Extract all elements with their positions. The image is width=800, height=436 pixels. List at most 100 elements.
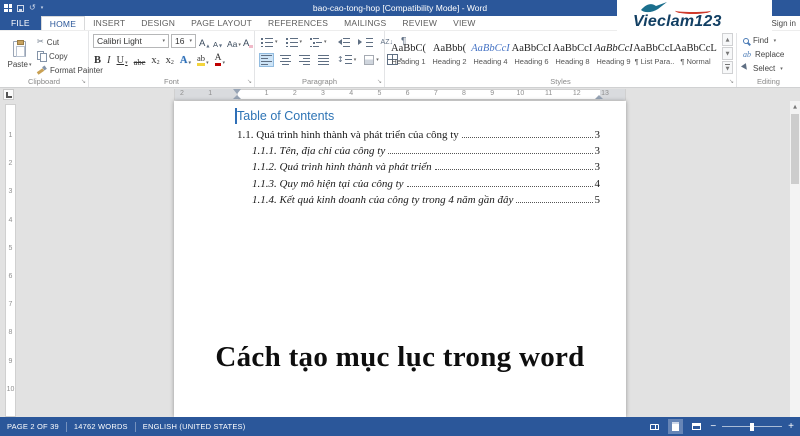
read-mode-button[interactable] [647,419,662,434]
word-app-icon[interactable] [4,4,12,12]
brand-name: Vieclam123 [633,13,722,30]
style-name: Heading 8 [555,56,590,66]
underline-button[interactable]: U ▾ [117,55,128,67]
ribbon-tab-home[interactable]: HOME [40,16,86,30]
styles-dialog-launcher-icon[interactable]: ↘ [729,78,734,85]
align-right-button[interactable] [298,54,311,66]
find-button[interactable]: Find ▾ [743,36,776,45]
style-normal[interactable]: AaBbCcL ¶ Normal [674,33,717,77]
language-indicator[interactable]: ENGLISH (UNITED STATES) [136,417,253,436]
italic-button[interactable]: I [107,55,111,67]
decrease-indent-button[interactable] [334,37,351,48]
toc-page-number: 3 [594,145,601,158]
horizontal-ruler[interactable]: 2 1 1 2 3 4 5 6 7 8 9 10 11 12 13 [0,88,800,101]
numbering-button[interactable]: ▾ [285,36,304,48]
replace-button[interactable]: ab Replace [743,50,784,59]
select-button[interactable]: Select ▾ [740,63,783,74]
style-list-para[interactable]: AaBbCcL ¶ List Para... [633,33,676,77]
paste-icon [13,40,26,57]
increase-indent-button[interactable] [357,37,374,48]
ribbon-tab-review[interactable]: REVIEW [394,16,445,30]
bullets-button[interactable]: ▾ [260,36,279,48]
undo-icon[interactable]: ↺ [29,4,36,12]
ribbon-tab-insert[interactable]: INSERT [85,16,133,30]
multilevel-list-button[interactable]: ▾ [309,36,328,48]
paragraph-group: ▾ ▾ ▾ AZ↓ ¶ ↕ ▾ ▾ ▾ Paragraph ↘ [255,31,406,87]
font-size-value: 16 [175,36,185,46]
grow-font-button[interactable]: A ▲ [199,35,209,48]
web-layout-button[interactable] [689,419,704,434]
shrink-font-button[interactable]: A ▼ [213,35,222,48]
toc-entry[interactable]: 1.1. Quá trình hình thành và phát triển … [237,127,600,143]
toc-entry[interactable]: 1.1.4. Kết quả kinh doanh của công ty tr… [252,192,600,208]
sign-in-link[interactable]: Sign in [772,19,796,28]
zoom-slider[interactable] [722,423,783,431]
ruler-number: 7 [8,301,13,309]
justify-button[interactable] [317,54,330,66]
first-line-indent-marker[interactable] [233,89,241,94]
grow-font-icon: A [199,37,206,49]
gallery-scroll-up-icon[interactable]: ▲ [722,33,733,46]
hanging-indent-marker[interactable] [233,95,241,99]
scrollbar-thumb[interactable] [791,114,799,184]
cursor-arrow-icon [740,63,752,74]
subscript-button[interactable]: x2 [151,55,159,66]
style-heading-8[interactable]: AaBbCcI Heading 8 [552,33,593,77]
ribbon-tab-page-layout[interactable]: PAGE LAYOUT [183,16,260,30]
vertical-ruler[interactable]: 1 2 3 4 5 6 7 8 9 10 [5,104,16,417]
font-name-value: Calibri Light [97,36,142,46]
style-heading-4[interactable]: AaBbCcI Heading 4 [470,33,511,77]
toc-entry[interactable]: 1.1.3. Quy mô hiện tại của công ty 4 [252,176,600,192]
gallery-more-icon[interactable]: ▼ [722,61,733,74]
style-heading-9[interactable]: AaBbCcI Heading 9 [593,33,634,77]
ruler-number: 5 [377,90,382,97]
tab-selector[interactable] [3,89,14,100]
paste-button[interactable]: Paste ▾ [3,33,36,77]
shading-button[interactable]: ▾ [363,54,380,66]
scroll-up-icon[interactable]: ▲ [790,101,800,112]
toc-entry[interactable]: 1.1.1. Tên, địa chỉ của công ty 3 [252,143,600,159]
font-color-button[interactable]: A ▾ [214,53,225,66]
zoom-slider-thumb[interactable] [750,423,755,431]
zoom-out-button[interactable]: − [710,421,716,432]
copy-icon [37,51,47,62]
ribbon-tab-design[interactable]: DESIGN [133,16,183,30]
strikethrough-button[interactable]: abc [134,57,146,67]
superscript-button[interactable]: x2 [166,55,174,66]
cut-label: Cut [46,37,60,47]
clear-formatting-button[interactable]: A [243,35,254,48]
ribbon-tab-file[interactable]: FILE [0,16,41,30]
text-effects-button[interactable]: A ▾ [180,55,191,67]
toc-dot-leader [516,201,593,203]
align-center-button[interactable] [279,54,292,66]
style-preview: AaBbCcL [674,43,717,55]
bold-button[interactable]: B [94,55,101,67]
ribbon-tab-view[interactable]: VIEW [445,16,484,30]
font-size-select[interactable]: 16 ▾ [171,34,196,48]
style-heading-1[interactable]: AaBbC(Heading 1 [388,33,429,77]
page-indicator[interactable]: PAGE 2 OF 39 [0,417,66,436]
change-case-button[interactable]: Aa ▾ [227,35,241,48]
font-name-select[interactable]: Calibri Light ▾ [93,34,169,48]
editing-group: Find ▾ ab Replace Select ▾ Editing [737,31,800,87]
paragraph-dialog-launcher-icon[interactable]: ↘ [377,78,382,85]
save-icon[interactable] [17,4,24,12]
print-layout-button[interactable] [668,419,684,434]
zoom-in-button[interactable]: + [788,421,794,432]
clipboard-dialog-launcher-icon[interactable]: ↘ [81,78,86,85]
style-heading-6[interactable]: AaBbCcI Heading 6 [511,33,552,77]
vertical-scrollbar[interactable]: ▲ [789,101,800,417]
line-spacing-button[interactable]: ↕ ▾ [336,54,357,65]
word-count[interactable]: 14762 WORDS [67,417,135,436]
document-page[interactable]: Table of Contents 1.1. Quá trình hình th… [174,101,626,417]
style-heading-2[interactable]: AaBbb(Heading 2 [429,33,470,77]
ribbon-tab-references[interactable]: REFERENCES [260,16,336,30]
ribbon-tab-mailings[interactable]: MAILINGS [336,16,394,30]
highlight-button[interactable]: ab ▾ [197,53,209,66]
right-indent-marker[interactable] [595,95,603,99]
toc-entry[interactable]: 1.1.2. Quá trình hình thành và phát triể… [252,159,600,175]
gallery-scroll-down-icon[interactable]: ▼ [722,47,733,60]
qat-customize-icon[interactable]: ▾ [41,5,44,11]
font-dialog-launcher-icon[interactable]: ↘ [247,78,252,85]
align-left-button[interactable] [259,52,274,67]
